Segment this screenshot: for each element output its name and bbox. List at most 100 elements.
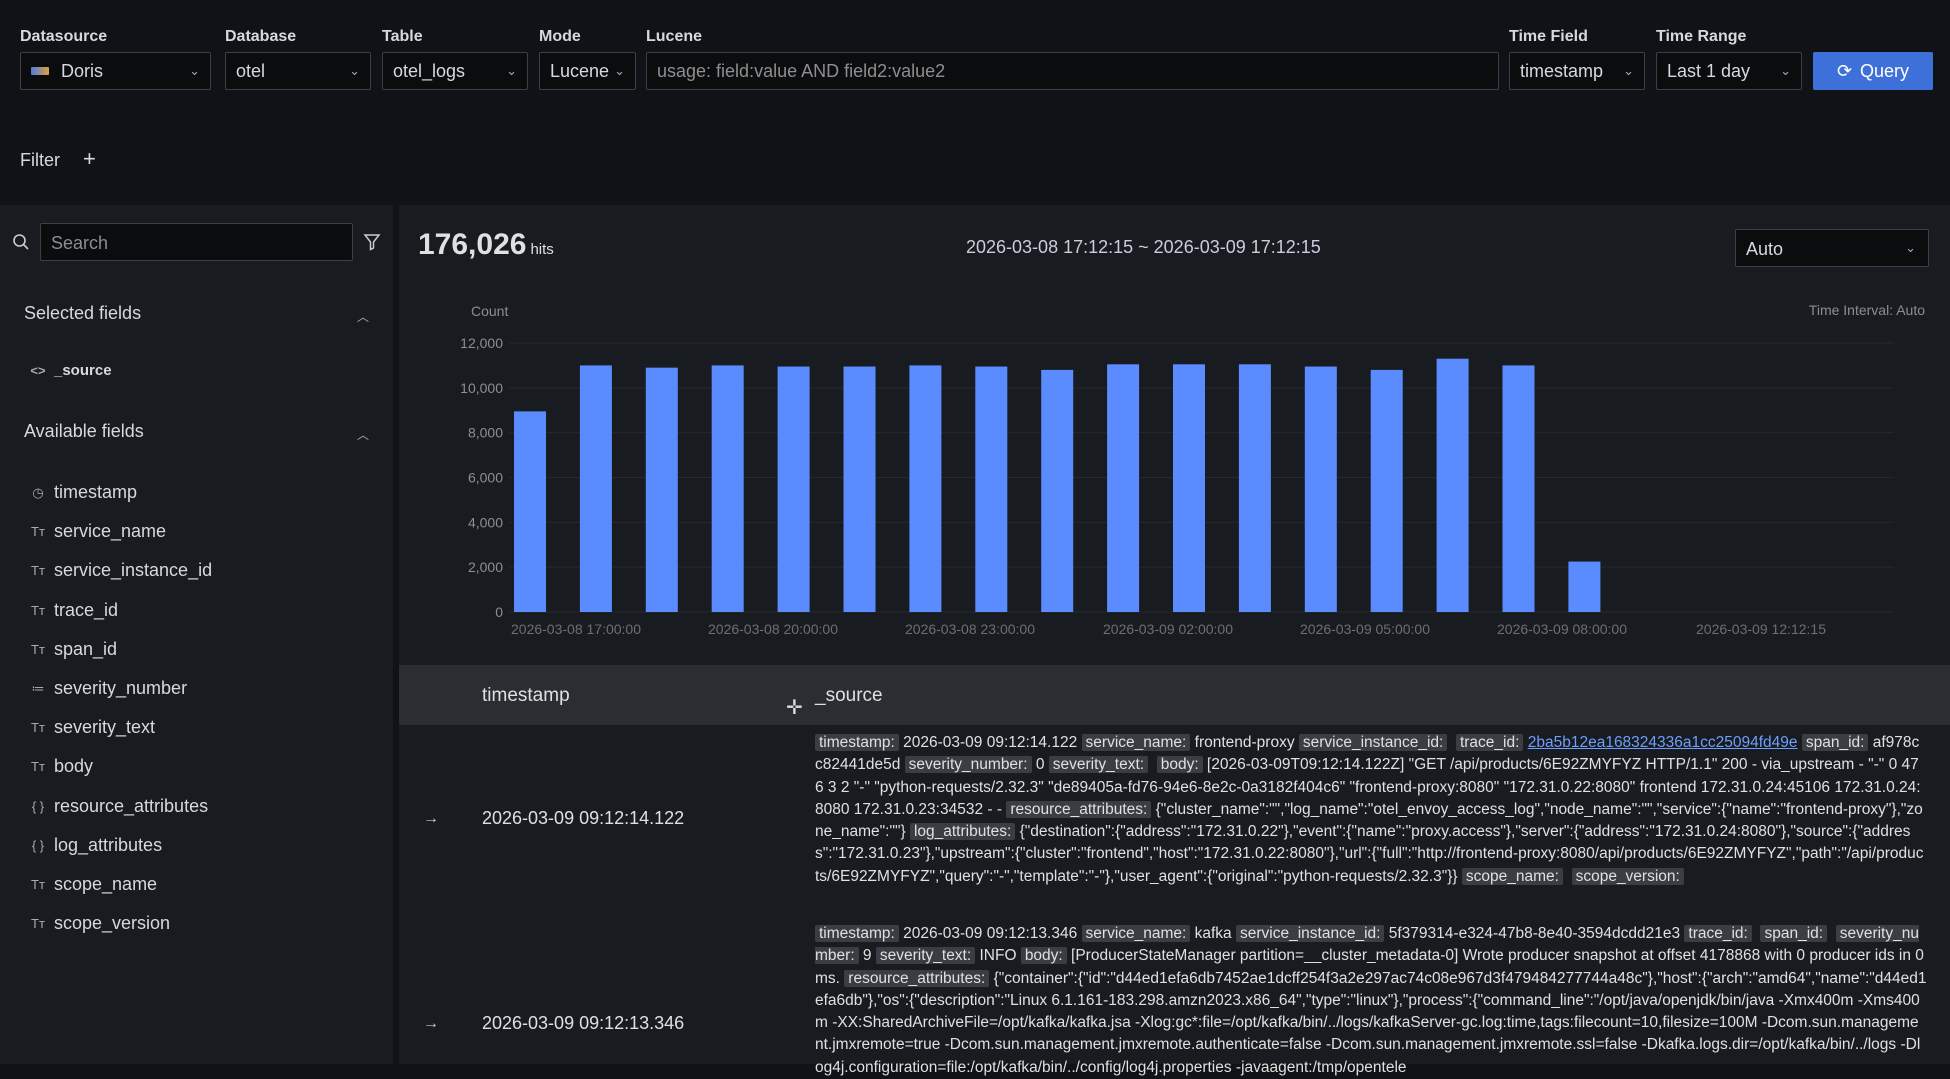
field-item-trace-id[interactable]: Tт trace_id xyxy=(30,600,215,621)
time-field-select[interactable]: timestamp ⌄ xyxy=(1509,52,1645,90)
time-range-label: Time Range xyxy=(1656,28,1747,45)
interval-value: Auto xyxy=(1746,239,1784,259)
field-name: scope_version xyxy=(54,913,171,934)
filter-funnel-icon[interactable] xyxy=(363,233,381,256)
column-header-source[interactable]: _source xyxy=(815,685,883,707)
x-tick-label: 2026-03-08 23:00:00 xyxy=(905,621,1035,637)
x-tick-label: 2026-03-09 12:12:15 xyxy=(1696,621,1826,637)
x-tick-label: 2026-03-08 20:00:00 xyxy=(708,621,838,637)
field-search-input[interactable]: Search xyxy=(40,223,353,261)
text-type-icon: Tт xyxy=(31,563,45,579)
histogram-bar[interactable] xyxy=(843,366,876,612)
selected-fields-header[interactable]: Selected fields xyxy=(24,303,141,324)
chevron-down-icon: ⌄ xyxy=(506,63,517,78)
table-value: otel_logs xyxy=(393,60,466,81)
row-timestamp: 2026-03-09 09:12:13.346 xyxy=(482,1013,685,1033)
field-item-service-instance-id[interactable]: Tт service_instance_id xyxy=(30,560,215,581)
query-button[interactable]: ⟳ Query xyxy=(1813,52,1933,90)
y-tick-label: 4,000 xyxy=(468,514,503,530)
histogram-bar[interactable] xyxy=(777,366,810,612)
y-tick-label: 2,000 xyxy=(468,559,503,575)
lucene-placeholder: usage: field:value AND field2:value2 xyxy=(657,60,946,81)
histogram-bar[interactable] xyxy=(514,411,546,612)
field-item-scope-name[interactable]: Tт scope_name xyxy=(30,874,215,895)
y-tick-label: 8,000 xyxy=(468,425,503,441)
histogram-bar[interactable] xyxy=(1502,365,1535,612)
refresh-icon: ⟳ xyxy=(1836,60,1853,81)
histogram-bar[interactable] xyxy=(975,366,1008,612)
field-name: service_instance_id xyxy=(54,560,213,581)
mode-label: Mode xyxy=(539,28,581,45)
text-type-icon: Tт xyxy=(31,602,45,618)
field-item-service-name[interactable]: Tт service_name xyxy=(30,521,215,542)
chevron-down-icon: ⌄ xyxy=(189,63,200,78)
field-item-body[interactable]: Tт body xyxy=(30,756,215,777)
hits-unit: hits xyxy=(530,241,554,258)
histogram-bar[interactable] xyxy=(579,365,612,612)
object-type-icon: { } xyxy=(31,837,45,853)
chevron-up-icon[interactable]: ︿ xyxy=(357,426,369,443)
text-type-icon: Tт xyxy=(31,877,45,892)
expand-row-icon[interactable]: → xyxy=(423,810,439,828)
field-item--source[interactable]: <> _source xyxy=(30,362,215,379)
field-name: service_name xyxy=(54,521,167,542)
expand-row-icon[interactable]: → xyxy=(423,1015,439,1033)
table-header xyxy=(399,665,1950,725)
text-type-icon: Tт xyxy=(31,720,45,736)
database-select[interactable]: otel ⌄ xyxy=(225,52,371,90)
text-type-icon: Tт xyxy=(31,916,45,932)
field-name: _source xyxy=(54,362,112,379)
y-tick-label: 6,000 xyxy=(468,470,503,486)
table-label: Table xyxy=(382,28,423,45)
chevron-down-icon: ⌄ xyxy=(1780,63,1791,78)
y-tick-label: 0 xyxy=(495,604,503,620)
field-item-timestamp[interactable]: ◷ timestamp xyxy=(30,482,215,503)
interval-select[interactable]: Auto ⌄ xyxy=(1735,229,1929,267)
datasource-label: Datasource xyxy=(20,28,108,45)
mode-value: Lucene xyxy=(550,60,610,81)
histogram-bar[interactable] xyxy=(909,365,942,612)
chevron-down-icon: ⌄ xyxy=(1905,240,1916,255)
histogram-bar[interactable] xyxy=(1436,358,1469,612)
field-name: severity_text xyxy=(54,717,156,738)
time-range-value: Last 1 day xyxy=(1667,60,1751,81)
row-source: timestamp: 2026-03-09 09:12:14.122 servi… xyxy=(815,734,1924,885)
field-name: severity_number xyxy=(54,678,188,698)
field-item-resource-attributes[interactable]: { } resource_attributes xyxy=(30,796,215,817)
add-filter-icon[interactable]: + xyxy=(83,146,96,172)
field-name: resource_attributes xyxy=(54,795,209,816)
histogram-bar[interactable] xyxy=(1173,364,1205,612)
histogram-bar[interactable] xyxy=(645,367,678,612)
field-item-scope-version[interactable]: Tт scope_version xyxy=(30,913,215,934)
column-header-timestamp[interactable]: timestamp xyxy=(482,685,570,707)
available-fields-header[interactable]: Available fields xyxy=(24,421,144,442)
y-tick-label: 10,000 xyxy=(460,380,503,396)
hits-value: 176,026 xyxy=(418,228,527,261)
lucene-query-input[interactable]: usage: field:value AND field2:value2 xyxy=(646,52,1499,90)
histogram-bar[interactable] xyxy=(1304,366,1337,612)
datasource-select[interactable]: Doris ⌄ xyxy=(20,52,211,90)
field-item-log-attributes[interactable]: { } log_attributes xyxy=(30,835,215,856)
search-icon xyxy=(12,233,30,256)
field-item-severity-text[interactable]: Tт severity_text xyxy=(30,717,215,738)
database-label: Database xyxy=(225,28,297,45)
x-tick-label: 2026-03-09 05:00:00 xyxy=(1300,621,1430,637)
table-select[interactable]: otel_logs ⌄ xyxy=(382,52,528,90)
query-button-label: Query xyxy=(1860,60,1910,81)
mode-select[interactable]: Lucene ⌄ xyxy=(539,52,636,90)
field-item-severity-number[interactable]: ≔ severity_number xyxy=(30,678,215,699)
y-axis-label: Count xyxy=(471,303,508,319)
histogram-bar[interactable] xyxy=(711,365,744,612)
histogram-bar[interactable] xyxy=(1107,364,1140,612)
histogram-bar[interactable] xyxy=(1238,364,1271,612)
x-tick-label: 2026-03-09 02:00:00 xyxy=(1103,621,1233,637)
chevron-up-icon[interactable]: ︿ xyxy=(357,308,369,325)
chevron-down-icon: ⌄ xyxy=(1623,63,1634,78)
field-name: span_id xyxy=(54,638,118,659)
histogram-bar[interactable] xyxy=(1370,369,1403,612)
time-range-select[interactable]: Last 1 day ⌄ xyxy=(1656,52,1802,90)
histogram-bar[interactable] xyxy=(1568,561,1601,612)
histogram-bar[interactable] xyxy=(1041,369,1074,612)
field-item-span-id[interactable]: Tт span_id xyxy=(30,639,215,660)
field-name: timestamp xyxy=(54,482,138,502)
